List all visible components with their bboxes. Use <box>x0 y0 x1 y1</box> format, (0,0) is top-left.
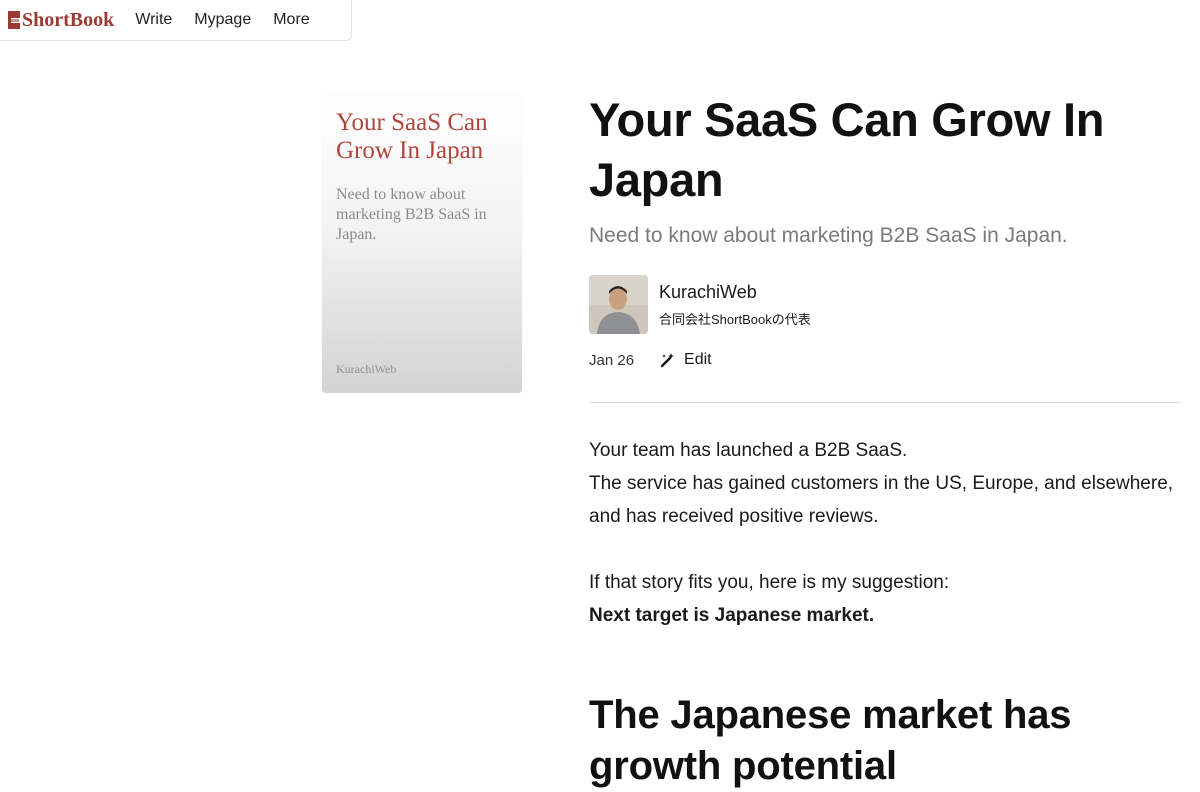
meta-row: Jan 26 Edit <box>589 351 1189 369</box>
nav-more[interactable]: More <box>273 11 309 29</box>
paragraph-1: Your team has launched a B2B SaaS. The s… <box>589 434 1189 533</box>
logo[interactable]: ShortBook <box>7 9 114 32</box>
cover-title: Your SaaS Can Grow In Japan <box>336 109 488 164</box>
nav-write[interactable]: Write <box>135 11 172 29</box>
author-block: KurachiWeb 合同会社ShortBookの代表 <box>589 275 1189 334</box>
avatar-photo <box>589 275 648 334</box>
paragraph-2: If that story fits you, here is my sugge… <box>589 566 1189 632</box>
section-heading: The Japanese market has growth potential <box>589 693 1072 788</box>
author-name[interactable]: KurachiWeb <box>659 281 811 303</box>
paragraph-1-line-2: The service has gained customers in the … <box>589 473 1174 527</box>
paragraph-1-line-1: Your team has launched a B2B SaaS. <box>589 440 908 461</box>
avatar[interactable] <box>589 275 648 334</box>
nav-mypage[interactable]: Mypage <box>194 11 251 29</box>
edit-button[interactable]: Edit <box>660 351 712 369</box>
article: Your SaaS Can Grow In Japan Need to know… <box>589 90 1189 792</box>
paragraph-2-bold: Next target is Japanese market. <box>589 605 875 626</box>
page-subtitle: Need to know about marketing B2B SaaS in… <box>589 224 1068 247</box>
author-bio: 合同会社ShortBookの代表 <box>659 312 811 327</box>
article-body: Your team has launched a B2B SaaS. The s… <box>589 434 1189 632</box>
publish-date: Jan 26 <box>589 351 635 369</box>
bookmark-logo-icon <box>8 11 20 29</box>
cover-author: KurachiWeb <box>336 362 397 376</box>
page-title: Your SaaS Can Grow In Japan <box>589 93 1105 206</box>
book-cover[interactable]: Your SaaS Can Grow In Japan Need to know… <box>322 95 522 393</box>
divider <box>589 402 1181 403</box>
paragraph-2-line-1: If that story fits you, here is my sugge… <box>589 572 950 593</box>
cover-subtitle: Need to know about marketing B2B SaaS in… <box>336 186 487 243</box>
edit-label: Edit <box>684 351 712 368</box>
top-nav: ShortBook Write Mypage More <box>0 0 352 41</box>
magic-wand-icon <box>660 353 675 368</box>
logo-text: ShortBook <box>22 8 115 31</box>
